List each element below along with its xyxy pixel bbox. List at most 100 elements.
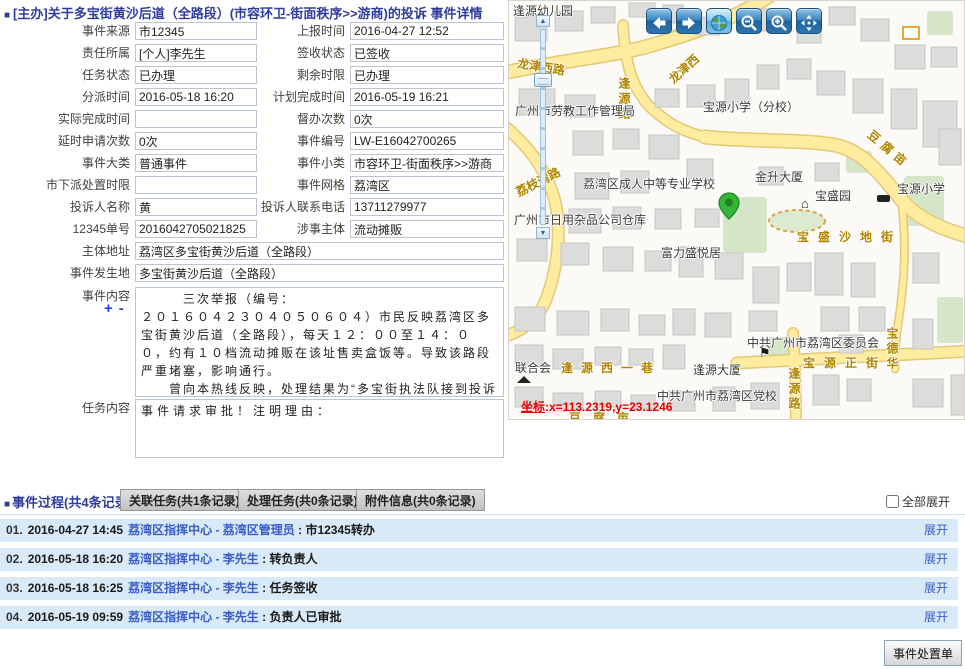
- field-label: 任务状态: [0, 66, 130, 84]
- record-separator: :: [259, 610, 270, 624]
- process-record-row: 03.2016-05-18 16:25荔湾区指挥中心 - 李先生 : 任务签收 …: [0, 577, 958, 600]
- subject-address-input[interactable]: [135, 242, 504, 260]
- record-operator-link[interactable]: 荔湾区指挥中心 - 李先生: [128, 552, 259, 566]
- expand-all-label: 全部展开: [902, 495, 950, 509]
- collapse-content-button[interactable]: -: [119, 300, 124, 317]
- form-row: 延时申请次数 事件编号: [0, 132, 505, 154]
- content-resize-controls: +-: [104, 300, 130, 317]
- globe-icon: [710, 14, 728, 32]
- event-no-input[interactable]: [350, 132, 504, 150]
- complainant-phone-input[interactable]: [350, 198, 504, 216]
- field-label: 事件来源: [0, 22, 130, 40]
- map-road-label: 宝源正街: [803, 357, 887, 370]
- school-bus-icon: [877, 195, 890, 202]
- record-operator-link[interactable]: 荔湾区指挥中心 - 李先生: [128, 581, 259, 595]
- arrow-left-icon: [650, 14, 668, 32]
- form-row: 主体地址: [0, 242, 505, 264]
- magnifier-minus-icon: [740, 14, 758, 32]
- map-label: 宝源小学（分校）: [703, 101, 799, 114]
- form-row: 实际完成时间 督办次数: [0, 110, 505, 132]
- map-coordinates: 坐标:x=113.2319,y=23.1246: [521, 398, 672, 415]
- record-time: 2016-05-19 09:59: [28, 610, 123, 624]
- form-row: 市下派处置时限 事件网格: [0, 176, 505, 198]
- record-action: 任务签收: [269, 581, 317, 595]
- remaining-time-input[interactable]: [350, 66, 504, 84]
- event-subcategory-input[interactable]: [350, 154, 504, 172]
- expand-all-checkbox[interactable]: [886, 495, 899, 508]
- field-label: 12345单号: [0, 220, 130, 238]
- map-label: 中共广州市荔湾区党校: [657, 390, 777, 403]
- map-canvas[interactable]: 逢源幼儿园 龙津西路 龙津西 逢源路 广州市劳教工作管理局 宝源小学（分校） 荔…: [508, 0, 965, 420]
- coordinates-link[interactable]: 坐标: [521, 400, 545, 414]
- tab-event-process-active[interactable]: ■事件过程(共4条记录): [4, 492, 132, 511]
- map-label: 富力盛悦居: [661, 247, 721, 260]
- expand-content-button[interactable]: +: [104, 300, 113, 317]
- field-label: 上报时间: [230, 22, 345, 40]
- zoom-slider-down-button[interactable]: ▼: [536, 227, 550, 239]
- report-time-input[interactable]: [350, 22, 504, 40]
- zoom-slider-track[interactable]: [540, 29, 546, 225]
- expand-all-control: 全部展开: [886, 493, 950, 510]
- field-label: 涉事主体: [230, 220, 345, 238]
- field-label: 事件网格: [230, 176, 345, 194]
- sign-status-input[interactable]: [350, 44, 504, 62]
- field-label: 分派时间: [0, 88, 130, 106]
- map-label: 荔湾区成人中等专业学校: [583, 178, 715, 191]
- map-overview-button[interactable]: [706, 8, 732, 34]
- field-label: 市下派处置时限: [0, 176, 130, 194]
- map-zoom-out-button[interactable]: [736, 8, 762, 34]
- record-action: 转负责人: [269, 552, 317, 566]
- map-pan-mode-button[interactable]: [796, 8, 822, 34]
- expand-record-link[interactable]: 展开: [924, 577, 948, 600]
- supervise-count-input[interactable]: [350, 110, 504, 128]
- form-row: 事件来源 上报时间: [0, 22, 505, 44]
- record-separator: :: [259, 552, 270, 566]
- zoom-slider-thumb[interactable]: [534, 73, 552, 87]
- map-road-label: 逢源路: [787, 367, 800, 412]
- map-pan-right-button[interactable]: [676, 8, 702, 34]
- field-label: 事件发生地: [0, 264, 130, 282]
- expand-record-link[interactable]: 展开: [924, 548, 948, 571]
- form-row: 分派时间 计划完成时间: [0, 88, 505, 110]
- location-pin-icon[interactable]: [717, 191, 741, 221]
- event-content-textarea[interactable]: 三次举报（编号： ２０１６０４２３０４０５０６０４）市民反映荔湾区多宝街黄沙后道…: [135, 287, 504, 397]
- map-zoom-slider[interactable]: ▲ ▼: [533, 15, 553, 243]
- record-time: 2016-05-18 16:20: [28, 552, 123, 566]
- event-location-input[interactable]: [135, 264, 504, 282]
- zoom-slider-up-button[interactable]: ▲: [536, 15, 550, 27]
- flag-icon: ⚑: [759, 345, 771, 361]
- record-operator-link[interactable]: 荔湾区指挥中心 - 荔湾区管理员: [128, 523, 295, 537]
- event-disposal-form-button[interactable]: 事件处置单: [884, 640, 962, 666]
- planned-finish-input[interactable]: [350, 88, 504, 106]
- map-label: 宝盛园: [815, 190, 851, 203]
- tab-handle-tasks[interactable]: 处理任务(共0条记录): [238, 489, 367, 511]
- field-label: 事件小类: [230, 154, 345, 172]
- magnifier-plus-icon: [770, 14, 788, 32]
- record-time: 2016-05-18 16:25: [28, 581, 123, 595]
- highlighted-parcel: [903, 27, 919, 39]
- title-bullet-icon: ■: [4, 10, 10, 21]
- record-operator-link[interactable]: 荔湾区指挥中心 - 李先生: [128, 610, 259, 624]
- field-label: 责任所属: [0, 44, 130, 62]
- map-road-label: 宝德华: [885, 327, 898, 372]
- field-label: 事件编号: [230, 132, 345, 150]
- record-action: 市12345转办: [305, 523, 374, 537]
- map-pan-left-button[interactable]: [646, 8, 672, 34]
- field-label: 剩余时限: [230, 66, 345, 84]
- event-detail-page: ■[主办]关于多宝街黄沙后道（全路段）(市容环卫-街面秩序>>游商)的投诉 事件…: [0, 0, 965, 669]
- field-label: 签收状态: [230, 44, 345, 62]
- tab-attachments[interactable]: 附件信息(共0条记录): [356, 489, 485, 511]
- map-zoom-in-button[interactable]: [766, 8, 792, 34]
- page-title: ■[主办]关于多宝街黄沙后道（全路段）(市容环卫-街面秩序>>游商)的投诉 事件…: [4, 3, 483, 22]
- graduation-icon: [517, 376, 531, 383]
- expand-record-link[interactable]: 展开: [924, 519, 948, 542]
- record-number: 03.: [6, 581, 23, 595]
- tab-related-tasks[interactable]: 关联任务(共1条记录): [120, 489, 249, 511]
- form-row: 任务状态 剩余时限: [0, 66, 505, 88]
- expand-record-link[interactable]: 展开: [924, 606, 948, 629]
- field-label: 投诉人联系电话: [230, 198, 345, 216]
- involved-subject-input[interactable]: [350, 220, 504, 238]
- event-grid-input[interactable]: [350, 176, 504, 194]
- process-record-row: 04.2016-05-19 09:59荔湾区指挥中心 - 李先生 : 负责人已审…: [0, 606, 958, 629]
- task-content-textarea[interactable]: 事件请求审批！注明理由：: [135, 399, 504, 458]
